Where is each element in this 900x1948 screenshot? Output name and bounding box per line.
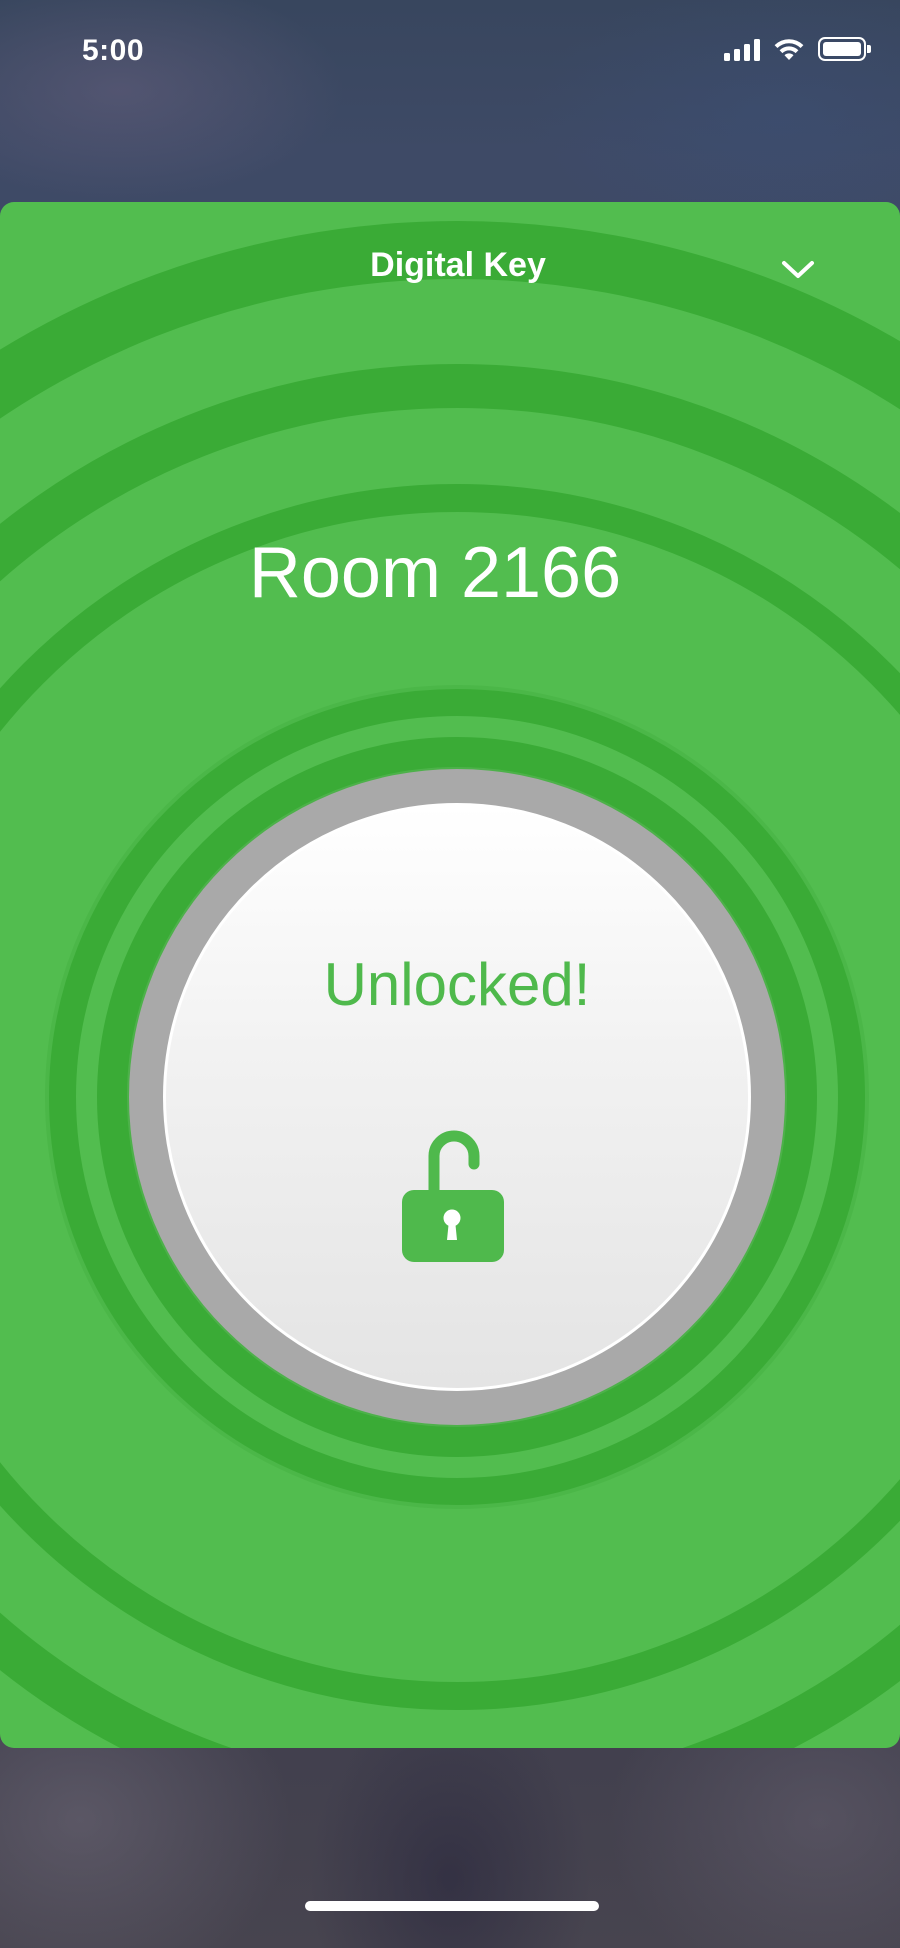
status-icons [724, 36, 871, 62]
digital-key-card: Digital Key Room 2166 Unlocked! [0, 202, 900, 1748]
collapse-button[interactable] [770, 242, 826, 298]
wifi-icon [774, 39, 804, 60]
battery-icon [818, 37, 871, 61]
signal-icon [724, 37, 760, 61]
home-indicator[interactable] [305, 1901, 599, 1911]
chevron-down-icon [782, 261, 814, 278]
status-time: 5:00 [82, 34, 145, 67]
status-bar: 5:00 [0, 0, 900, 110]
card-title: Digital Key [370, 246, 546, 284]
unlocked-padlock-icon [402, 1130, 504, 1262]
unlock-button[interactable]: Unlocked! [129, 769, 785, 1425]
room-number: Room 2166 [248, 533, 622, 613]
unlock-status-text: Unlocked! [323, 951, 591, 1018]
unlock-button-face: Unlocked! [163, 803, 751, 1391]
